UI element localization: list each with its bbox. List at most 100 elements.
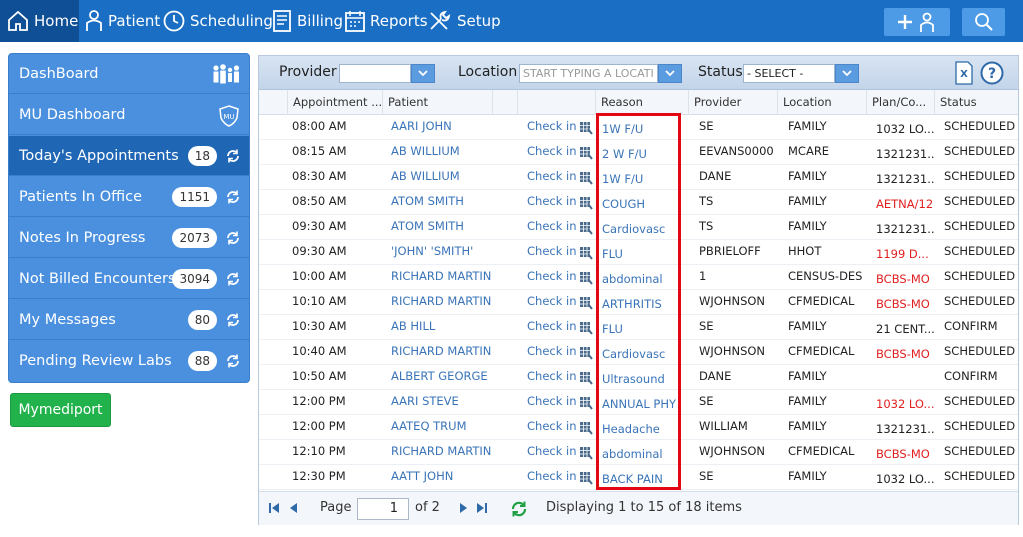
last-page-icon[interactable] (475, 501, 489, 515)
table-row[interactable]: 12:10 PM RICHARD MARTIN Check in abdominal W… (259, 440, 1018, 465)
cell-reason[interactable]: Cardiovasc (597, 215, 682, 240)
search-button[interactable] (962, 8, 1005, 36)
provider-dropdown-button[interactable] (411, 64, 435, 83)
appointment-grid-icon[interactable] (579, 271, 593, 285)
appointment-grid-icon[interactable] (579, 346, 593, 360)
cell-reason[interactable]: FLU (597, 315, 682, 340)
excel-export-icon[interactable]: X (954, 61, 974, 85)
appointment-grid-icon[interactable] (579, 196, 593, 210)
cell-patient[interactable]: RICHARD MARTIN (386, 290, 496, 315)
cell-reason[interactable]: FLU (597, 240, 682, 265)
sidebar-item-mu-dashboard[interactable]: MU Dashboard MU (9, 95, 249, 135)
nav-patient[interactable]: Patient (84, 0, 160, 42)
table-row[interactable]: 12:30 PM AATT JOHN Check in BACK PAIN SE FAMI… (259, 465, 1018, 490)
sidebar-item-pending-review-labs[interactable]: Pending Review Labs 88 (9, 341, 249, 381)
check-in-link[interactable]: Check in (522, 165, 577, 190)
table-row[interactable]: 12:00 PM AARI STEVE Check in ANNUAL PHY SE FA… (259, 390, 1018, 415)
table-row[interactable]: 08:15 AM AB WILLIUM Check in 2 W F/U EEVANS0… (259, 140, 1018, 165)
appointment-grid-icon[interactable] (579, 396, 593, 410)
sidebar-item-notes-in-progress[interactable]: Notes In Progress 2073 (9, 218, 249, 258)
check-in-link[interactable]: Check in (522, 340, 577, 365)
appointment-grid-icon[interactable] (579, 171, 593, 185)
check-in-link[interactable]: Check in (522, 190, 577, 215)
cell-reason[interactable]: Headache (597, 415, 682, 440)
cell-patient[interactable]: AARI JOHN (386, 115, 496, 140)
table-row[interactable]: 10:00 AM RICHARD MARTIN Check in abdominal 1… (259, 265, 1018, 290)
cell-patient[interactable]: RICHARD MARTIN (386, 440, 496, 465)
check-in-link[interactable]: Check in (522, 415, 577, 440)
column-header-location[interactable]: Location (777, 90, 866, 115)
sidebar-item-patients-in-office[interactable]: Patients In Office 1151 (9, 177, 249, 217)
add-patient-button[interactable] (884, 8, 950, 36)
sidebar-item-dashboard[interactable]: DashBoard (9, 54, 249, 94)
cell-reason[interactable]: 2 W F/U (597, 140, 682, 165)
appointment-grid-icon[interactable] (579, 146, 593, 160)
cell-patient[interactable]: 'JOHN' 'SMITH' (386, 240, 496, 265)
status-filter-select[interactable]: - SELECT - (743, 64, 835, 83)
column-header-status[interactable]: Status (934, 90, 1018, 115)
status-dropdown-button[interactable] (835, 64, 859, 83)
cell-reason[interactable]: ARTHRITIS (597, 290, 682, 315)
table-row[interactable]: 10:10 AM RICHARD MARTIN Check in ARTHRITIS W… (259, 290, 1018, 315)
cell-patient[interactable]: RICHARD MARTIN (386, 265, 496, 290)
cell-reason[interactable]: BACK PAIN (597, 465, 682, 490)
refresh-icon[interactable] (225, 312, 241, 328)
cell-patient[interactable]: RICHARD MARTIN (386, 340, 496, 365)
cell-patient[interactable]: AB WILLIUM (386, 165, 496, 190)
help-icon[interactable]: ? (980, 61, 1004, 85)
sidebar-item-todays-appointments[interactable]: Today's Appointments 18 (9, 136, 249, 176)
appointment-grid-icon[interactable] (579, 221, 593, 235)
refresh-icon[interactable] (225, 271, 241, 287)
sidebar-item-my-messages[interactable]: My Messages 80 (9, 300, 249, 340)
check-in-link[interactable]: Check in (522, 240, 577, 265)
cell-patient[interactable]: ATOM SMITH (386, 190, 496, 215)
cell-reason[interactable]: COUGH (597, 190, 682, 215)
refresh-grid-icon[interactable] (510, 500, 528, 518)
location-dropdown-button[interactable] (658, 64, 682, 83)
check-in-link[interactable]: Check in (522, 265, 577, 290)
cell-patient[interactable]: AATT JOHN (386, 465, 496, 490)
sidebar-item-not-billed-encounters[interactable]: Not Billed Encounters 3094 (9, 259, 249, 299)
refresh-icon[interactable] (225, 353, 241, 369)
cell-reason[interactable]: 1W F/U (597, 165, 682, 190)
cell-reason[interactable]: abdominal (597, 265, 682, 290)
first-page-icon[interactable] (267, 501, 281, 515)
column-header-provider[interactable]: Provider (688, 90, 777, 115)
check-in-link[interactable]: Check in (522, 290, 577, 315)
column-header-reason[interactable]: Reason (595, 90, 688, 115)
nav-scheduling[interactable]: Scheduling (162, 0, 273, 42)
nav-reports[interactable]: Reports (344, 0, 428, 42)
cell-patient[interactable]: AB WILLIUM (386, 140, 496, 165)
nav-setup[interactable]: Setup (427, 0, 501, 42)
mymediport-button[interactable]: Mymediport (10, 393, 111, 427)
provider-filter-input[interactable] (339, 64, 411, 83)
column-header-patient[interactable]: Patient (382, 90, 492, 115)
appointment-grid-icon[interactable] (579, 246, 593, 260)
table-row[interactable]: 08:50 AM ATOM SMITH Check in COUGH TS FAMILY A… (259, 190, 1018, 215)
cell-patient[interactable]: ALBERT GEORGE (386, 365, 496, 390)
nav-billing[interactable]: Billing (271, 0, 343, 42)
appointment-grid-icon[interactable] (579, 471, 593, 485)
appointment-grid-icon[interactable] (579, 446, 593, 460)
page-number-input[interactable]: 1 (357, 498, 409, 520)
appointment-grid-icon[interactable] (579, 121, 593, 135)
table-row[interactable]: 12:00 PM AATEQ TRUM Check in Headache WILLIA… (259, 415, 1018, 440)
cell-reason[interactable]: ANNUAL PHY (597, 390, 682, 415)
appointment-grid-icon[interactable] (579, 421, 593, 435)
appointment-grid-icon[interactable] (579, 371, 593, 385)
table-row[interactable]: 08:30 AM AB WILLIUM Check in 1W F/U DANE FAMI… (259, 165, 1018, 190)
check-in-link[interactable]: Check in (522, 315, 577, 340)
table-row[interactable]: 09:30 AM 'JOHN' 'SMITH' Check in FLU PBRIELO… (259, 240, 1018, 265)
cell-patient[interactable]: AB HILL (386, 315, 496, 340)
cell-reason[interactable]: Cardiovasc (597, 340, 682, 365)
appointment-grid-icon[interactable] (579, 296, 593, 310)
check-in-link[interactable]: Check in (522, 215, 577, 240)
table-row[interactable]: 10:50 AM ALBERT GEORGE Check in Ultrasound D… (259, 365, 1018, 390)
appointment-grid-icon[interactable] (579, 321, 593, 335)
cell-patient[interactable]: ATOM SMITH (386, 215, 496, 240)
check-in-link[interactable]: Check in (522, 390, 577, 415)
location-filter-input[interactable]: START TYPING A LOCATI (519, 64, 658, 83)
cell-patient[interactable]: AARI STEVE (386, 390, 496, 415)
table-row[interactable]: 09:30 AM ATOM SMITH Check in Cardiovasc TS FA… (259, 215, 1018, 240)
check-in-link[interactable]: Check in (522, 365, 577, 390)
